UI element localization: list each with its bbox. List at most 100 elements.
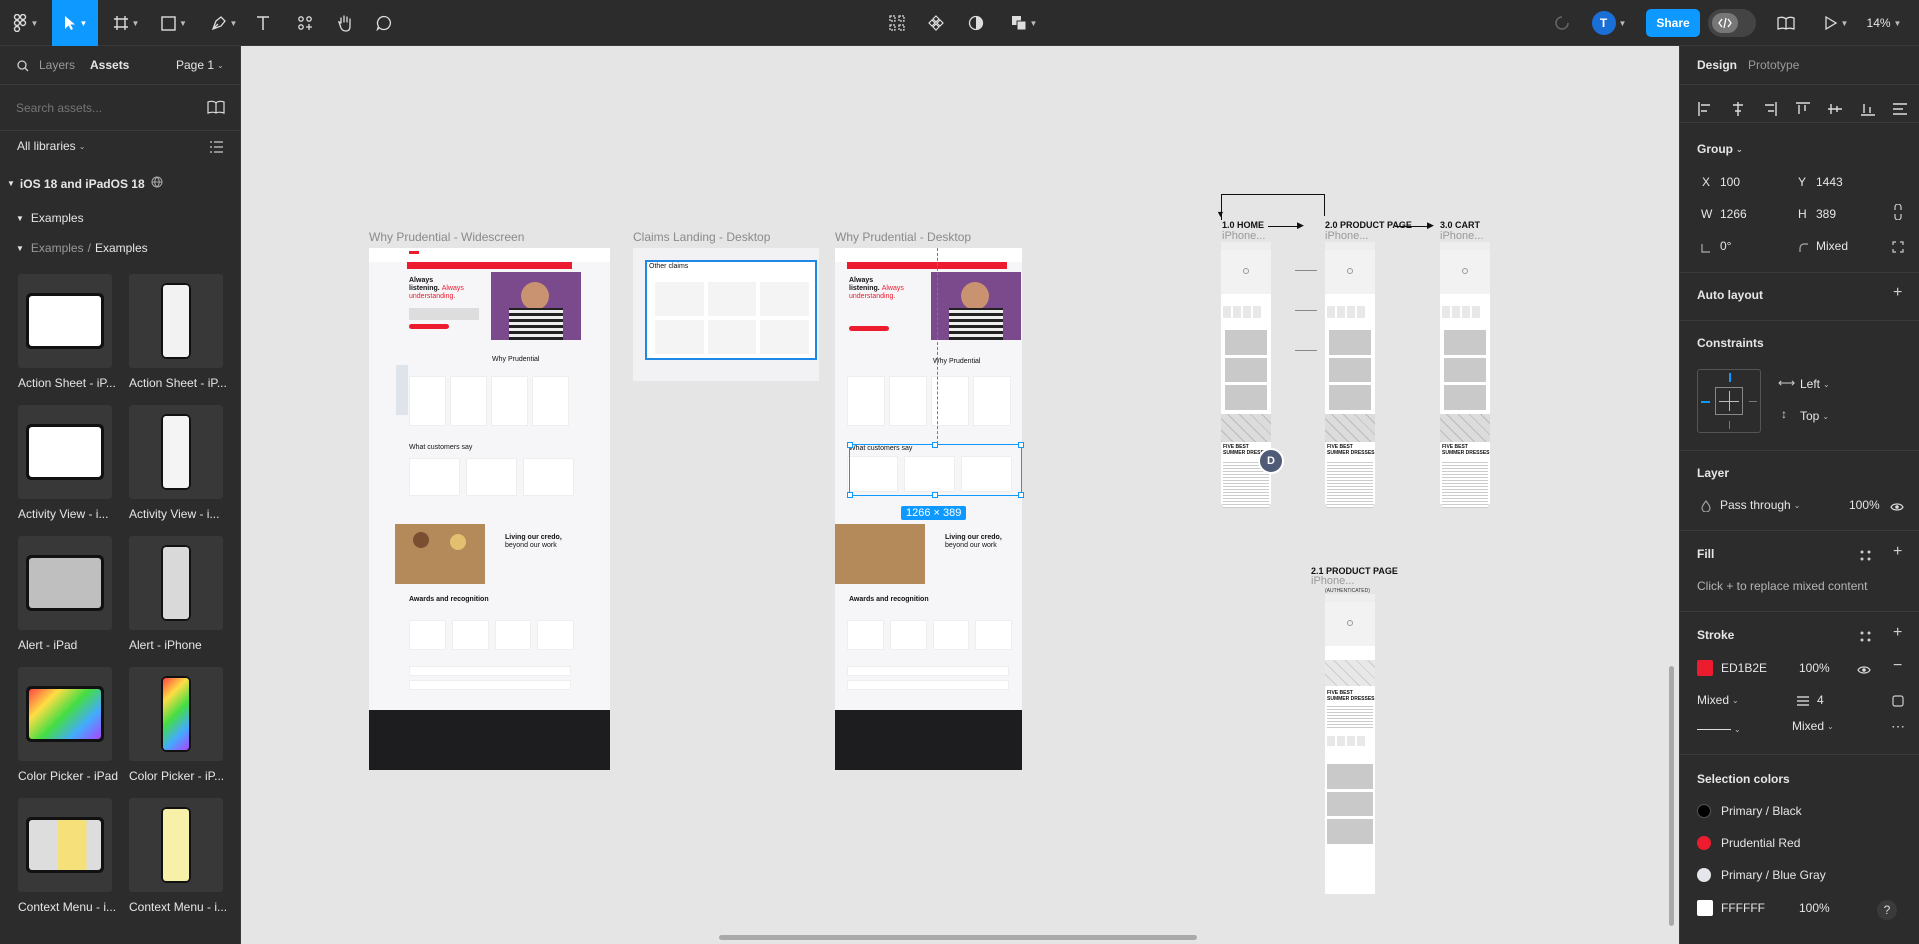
align-center-h-icon[interactable] — [1731, 102, 1745, 121]
wireframe-phone-frame[interactable]: FIVE BEST SUMMER DRESSES — [1325, 242, 1375, 508]
user-menu[interactable]: T ▼ — [1590, 9, 1628, 37]
stroke-dash-select[interactable]: Mixed ⌄ — [1792, 719, 1834, 733]
frame-title-widescreen[interactable]: Why Prudential - Widescreen — [369, 230, 524, 244]
tab-prototype[interactable]: Prototype — [1748, 58, 1799, 72]
main-menu-button[interactable]: ▼ — [8, 9, 42, 37]
component-thumbnail[interactable] — [18, 274, 112, 368]
tab-design[interactable]: Design — [1697, 58, 1737, 72]
stroke-style-select[interactable]: ⌄ — [1697, 725, 1741, 734]
frame-tool-button[interactable]: ▼ — [108, 9, 144, 37]
library-book-icon[interactable] — [207, 100, 225, 119]
stroke-opacity-input[interactable]: 100% — [1799, 661, 1830, 675]
component-thumbnail[interactable] — [129, 798, 223, 892]
layer-opacity-input[interactable]: 100% — [1849, 498, 1880, 512]
components-button[interactable] — [925, 9, 947, 37]
blend-mode-select[interactable]: Pass through ⌄ — [1720, 498, 1800, 512]
component-thumbnail[interactable] — [129, 667, 223, 761]
list-view-icon[interactable] — [210, 140, 223, 158]
boolean-button[interactable]: ▼ — [1006, 9, 1042, 37]
component-thumbnail[interactable] — [129, 536, 223, 630]
stroke-position-select[interactable]: Mixed ⌄ — [1697, 693, 1739, 707]
align-center-v-icon[interactable] — [1828, 102, 1842, 121]
libraries-dropdown[interactable]: All libraries ⌄ — [17, 139, 85, 153]
wireframe-phone-frame[interactable]: FIVE BEST SUMMER DRESSES — [1325, 594, 1375, 894]
stroke-sides-icon[interactable] — [1892, 694, 1904, 712]
shape-tool-button[interactable]: ▼ — [156, 9, 192, 37]
selection-box[interactable] — [847, 442, 1024, 498]
remove-stroke-icon[interactable]: − — [1893, 657, 1902, 675]
resize-handle[interactable] — [932, 492, 938, 498]
x-input[interactable]: 100 — [1720, 175, 1740, 189]
hand-tool-button[interactable] — [334, 9, 356, 37]
w-input[interactable]: 1266 — [1720, 207, 1747, 221]
independent-corners-icon[interactable] — [1892, 240, 1904, 258]
stroke-color-swatch[interactable] — [1697, 660, 1713, 676]
styles-grid-icon[interactable] — [1860, 548, 1871, 566]
align-top-icon[interactable] — [1795, 102, 1810, 121]
help-button[interactable]: ? — [1877, 900, 1897, 920]
library-button[interactable] — [1775, 9, 1797, 37]
resize-handle[interactable] — [847, 492, 853, 498]
resources-button[interactable] — [294, 9, 316, 37]
horizontal-scrollbar[interactable] — [719, 935, 1197, 940]
h-input[interactable]: 389 — [1816, 207, 1836, 221]
color-swatch[interactable] — [1697, 868, 1711, 882]
align-bottom-icon[interactable] — [1860, 102, 1875, 121]
vertical-constraint-select[interactable]: Top ⌄ — [1800, 409, 1829, 423]
eye-icon[interactable] — [1857, 662, 1871, 680]
group-dropdown[interactable]: Group ⌄ — [1697, 142, 1743, 156]
extra-color-hex[interactable]: FFFFFF — [1721, 901, 1765, 915]
stroke-hex-input[interactable]: ED1B2E — [1721, 661, 1767, 675]
component-thumbnail[interactable] — [18, 667, 112, 761]
pen-tool-button[interactable]: ▼ — [206, 9, 242, 37]
extra-color-opacity[interactable]: 100% — [1799, 901, 1830, 915]
text-tool-button[interactable] — [252, 9, 274, 37]
vertical-scrollbar[interactable] — [1669, 666, 1674, 926]
mask-button[interactable] — [965, 9, 987, 37]
zoom-menu[interactable]: 14% ▼ — [1862, 9, 1906, 37]
y-input[interactable]: 1443 — [1816, 175, 1843, 189]
align-left-icon[interactable] — [1698, 102, 1712, 121]
stroke-weight-input[interactable]: 4 — [1817, 693, 1824, 707]
frame-claims-landing-desktop[interactable]: Other claims — [633, 248, 819, 381]
distribute-icon[interactable] — [1893, 102, 1907, 121]
selection-color-name[interactable]: Prudential Red — [1721, 836, 1800, 850]
styles-grid-icon[interactable] — [1860, 629, 1871, 647]
horizontal-constraint-select[interactable]: Left ⌄ — [1800, 377, 1830, 391]
more-options-icon[interactable]: ⋯ — [1891, 718, 1905, 735]
add-auto-layout-icon[interactable]: + — [1893, 284, 1902, 302]
library-header[interactable]: ▼ iOS 18 and iPadOS 18 — [7, 176, 163, 191]
component-thumbnail[interactable] — [129, 405, 223, 499]
comment-tool-button[interactable] — [373, 9, 395, 37]
component-thumbnail[interactable] — [18, 536, 112, 630]
wireframe-phone-frame[interactable]: FIVE BEST SUMMER DRESSES — [1440, 242, 1490, 508]
search-assets-input[interactable] — [10, 96, 190, 120]
align-right-icon[interactable] — [1763, 102, 1777, 121]
eye-icon[interactable] — [1890, 499, 1904, 517]
color-swatch[interactable] — [1697, 804, 1711, 818]
canvas[interactable]: Why Prudential - Widescreen Always liste… — [241, 46, 1679, 944]
corner-radius-input[interactable]: Mixed — [1816, 239, 1848, 253]
section-examples[interactable]: ▼ Examples — [16, 211, 84, 225]
component-thumbnail[interactable] — [129, 274, 223, 368]
color-swatch[interactable] — [1697, 836, 1711, 850]
selection-color-name[interactable]: Primary / Black — [1721, 804, 1802, 818]
constrain-proportions-icon[interactable] — [1893, 203, 1903, 225]
dev-mode-toggle[interactable] — [1708, 9, 1756, 37]
selection-color-name[interactable]: Primary / Blue Gray — [1721, 868, 1826, 882]
frame-why-prudential-widescreen[interactable]: Always listening. Always understanding. … — [369, 248, 610, 770]
add-fill-icon[interactable]: + — [1893, 543, 1902, 561]
move-tool-button[interactable]: ▼ — [52, 0, 98, 46]
tab-assets[interactable]: Assets — [90, 58, 129, 72]
frame-title-desktop[interactable]: Why Prudential - Desktop — [835, 230, 971, 244]
tab-layers[interactable]: Layers — [39, 58, 75, 72]
layout-grid-button[interactable] — [886, 9, 908, 37]
page-selector[interactable]: Page 1 ⌄ — [176, 58, 224, 72]
component-thumbnail[interactable] — [18, 798, 112, 892]
constraints-widget[interactable] — [1697, 369, 1761, 433]
share-button[interactable]: Share — [1646, 9, 1700, 37]
resize-handle[interactable] — [1018, 442, 1024, 448]
rotation-input[interactable]: 0° — [1720, 239, 1731, 253]
component-thumbnail[interactable] — [18, 405, 112, 499]
color-swatch-white[interactable] — [1697, 900, 1713, 916]
